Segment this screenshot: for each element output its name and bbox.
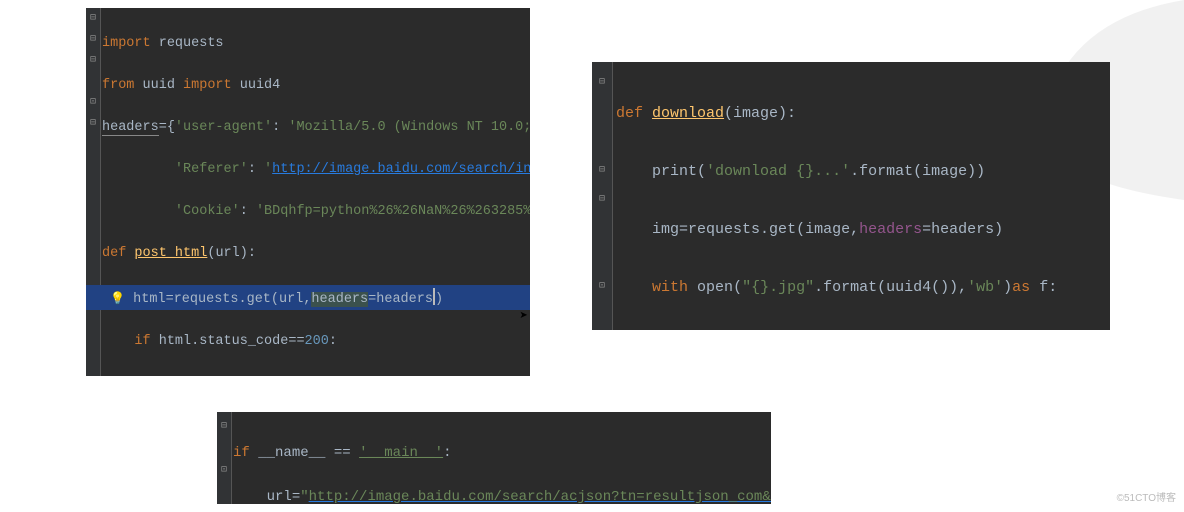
code-line: with open("{}.jpg".format(uuid4()),'wb')… xyxy=(616,273,1110,302)
code-line-active: 💡 html=requests.get(url,headers=headers) xyxy=(86,285,530,310)
watermark: ©51CTO博客 xyxy=(1117,489,1176,504)
code-bottom[interactable]: if __name__ == '__main__': url="http://i… xyxy=(233,420,771,504)
code-block-bottom: ⊟ ⊡ if __name__ == '__main__': url="http… xyxy=(217,412,771,504)
code-line: from uuid import uuid4 xyxy=(102,75,530,96)
fold-icon[interactable]: ⊟ xyxy=(88,35,98,45)
fold-icon[interactable]: ⊟ xyxy=(88,119,98,129)
code-line: img=requests.get(image,headers=headers) xyxy=(616,215,1110,244)
fold-icon[interactable]: ⊟ xyxy=(597,166,607,176)
code-line: if html.status_code==200: xyxy=(102,331,530,352)
code-line: html.encoding='utf8' xyxy=(102,373,530,376)
code-line: url="http://image.baidu.com/search/acjso… xyxy=(233,486,771,504)
fold-icon[interactable]: ⊟ xyxy=(88,56,98,66)
code-line: def post_html(url): xyxy=(102,243,530,264)
gutter-left: ⊟ ⊟ ⊟ ⊡ ⊟ xyxy=(86,8,101,376)
fold-icon[interactable]: ⊡ xyxy=(219,466,229,476)
code-block-right: ⊟ ⊟ ⊟ ⊡ def download(image): print('down… xyxy=(592,62,1110,330)
code-right[interactable]: def download(image): print('download {}.… xyxy=(616,70,1110,330)
gutter-right: ⊟ ⊟ ⊟ ⊡ xyxy=(592,62,613,330)
code-line: import requests xyxy=(102,33,530,54)
code-block-left: ⊟ ⊟ ⊟ ⊡ ⊟ import requests from uuid impo… xyxy=(86,8,530,376)
bulb-icon[interactable]: 💡 xyxy=(110,292,125,306)
gutter-bottom: ⊟ ⊡ xyxy=(217,412,232,504)
code-line: 'Referer': 'http://image.baidu.com/searc… xyxy=(102,159,530,180)
fold-icon[interactable]: ⊟ xyxy=(88,14,98,24)
fold-icon[interactable]: ⊟ xyxy=(219,422,229,432)
code-line: 'Cookie': 'BDqhfp=python%26%26NaN%26%263… xyxy=(102,201,530,222)
fold-icon[interactable]: ⊟ xyxy=(597,195,607,205)
code-line: def download(image): xyxy=(616,99,1110,128)
code-left[interactable]: import requests from uuid import uuid4 h… xyxy=(102,12,530,376)
code-line: print('download {}...'.format(image)) xyxy=(616,157,1110,186)
code-line: headers={'user-agent': 'Mozilla/5.0 (Win… xyxy=(102,117,530,138)
fold-icon[interactable]: ⊟ xyxy=(597,78,607,88)
code-line: if __name__ == '__main__': xyxy=(233,442,771,464)
fold-icon[interactable]: ⊡ xyxy=(597,282,607,292)
fold-icon[interactable]: ⊡ xyxy=(88,98,98,108)
text-cursor xyxy=(433,288,435,305)
